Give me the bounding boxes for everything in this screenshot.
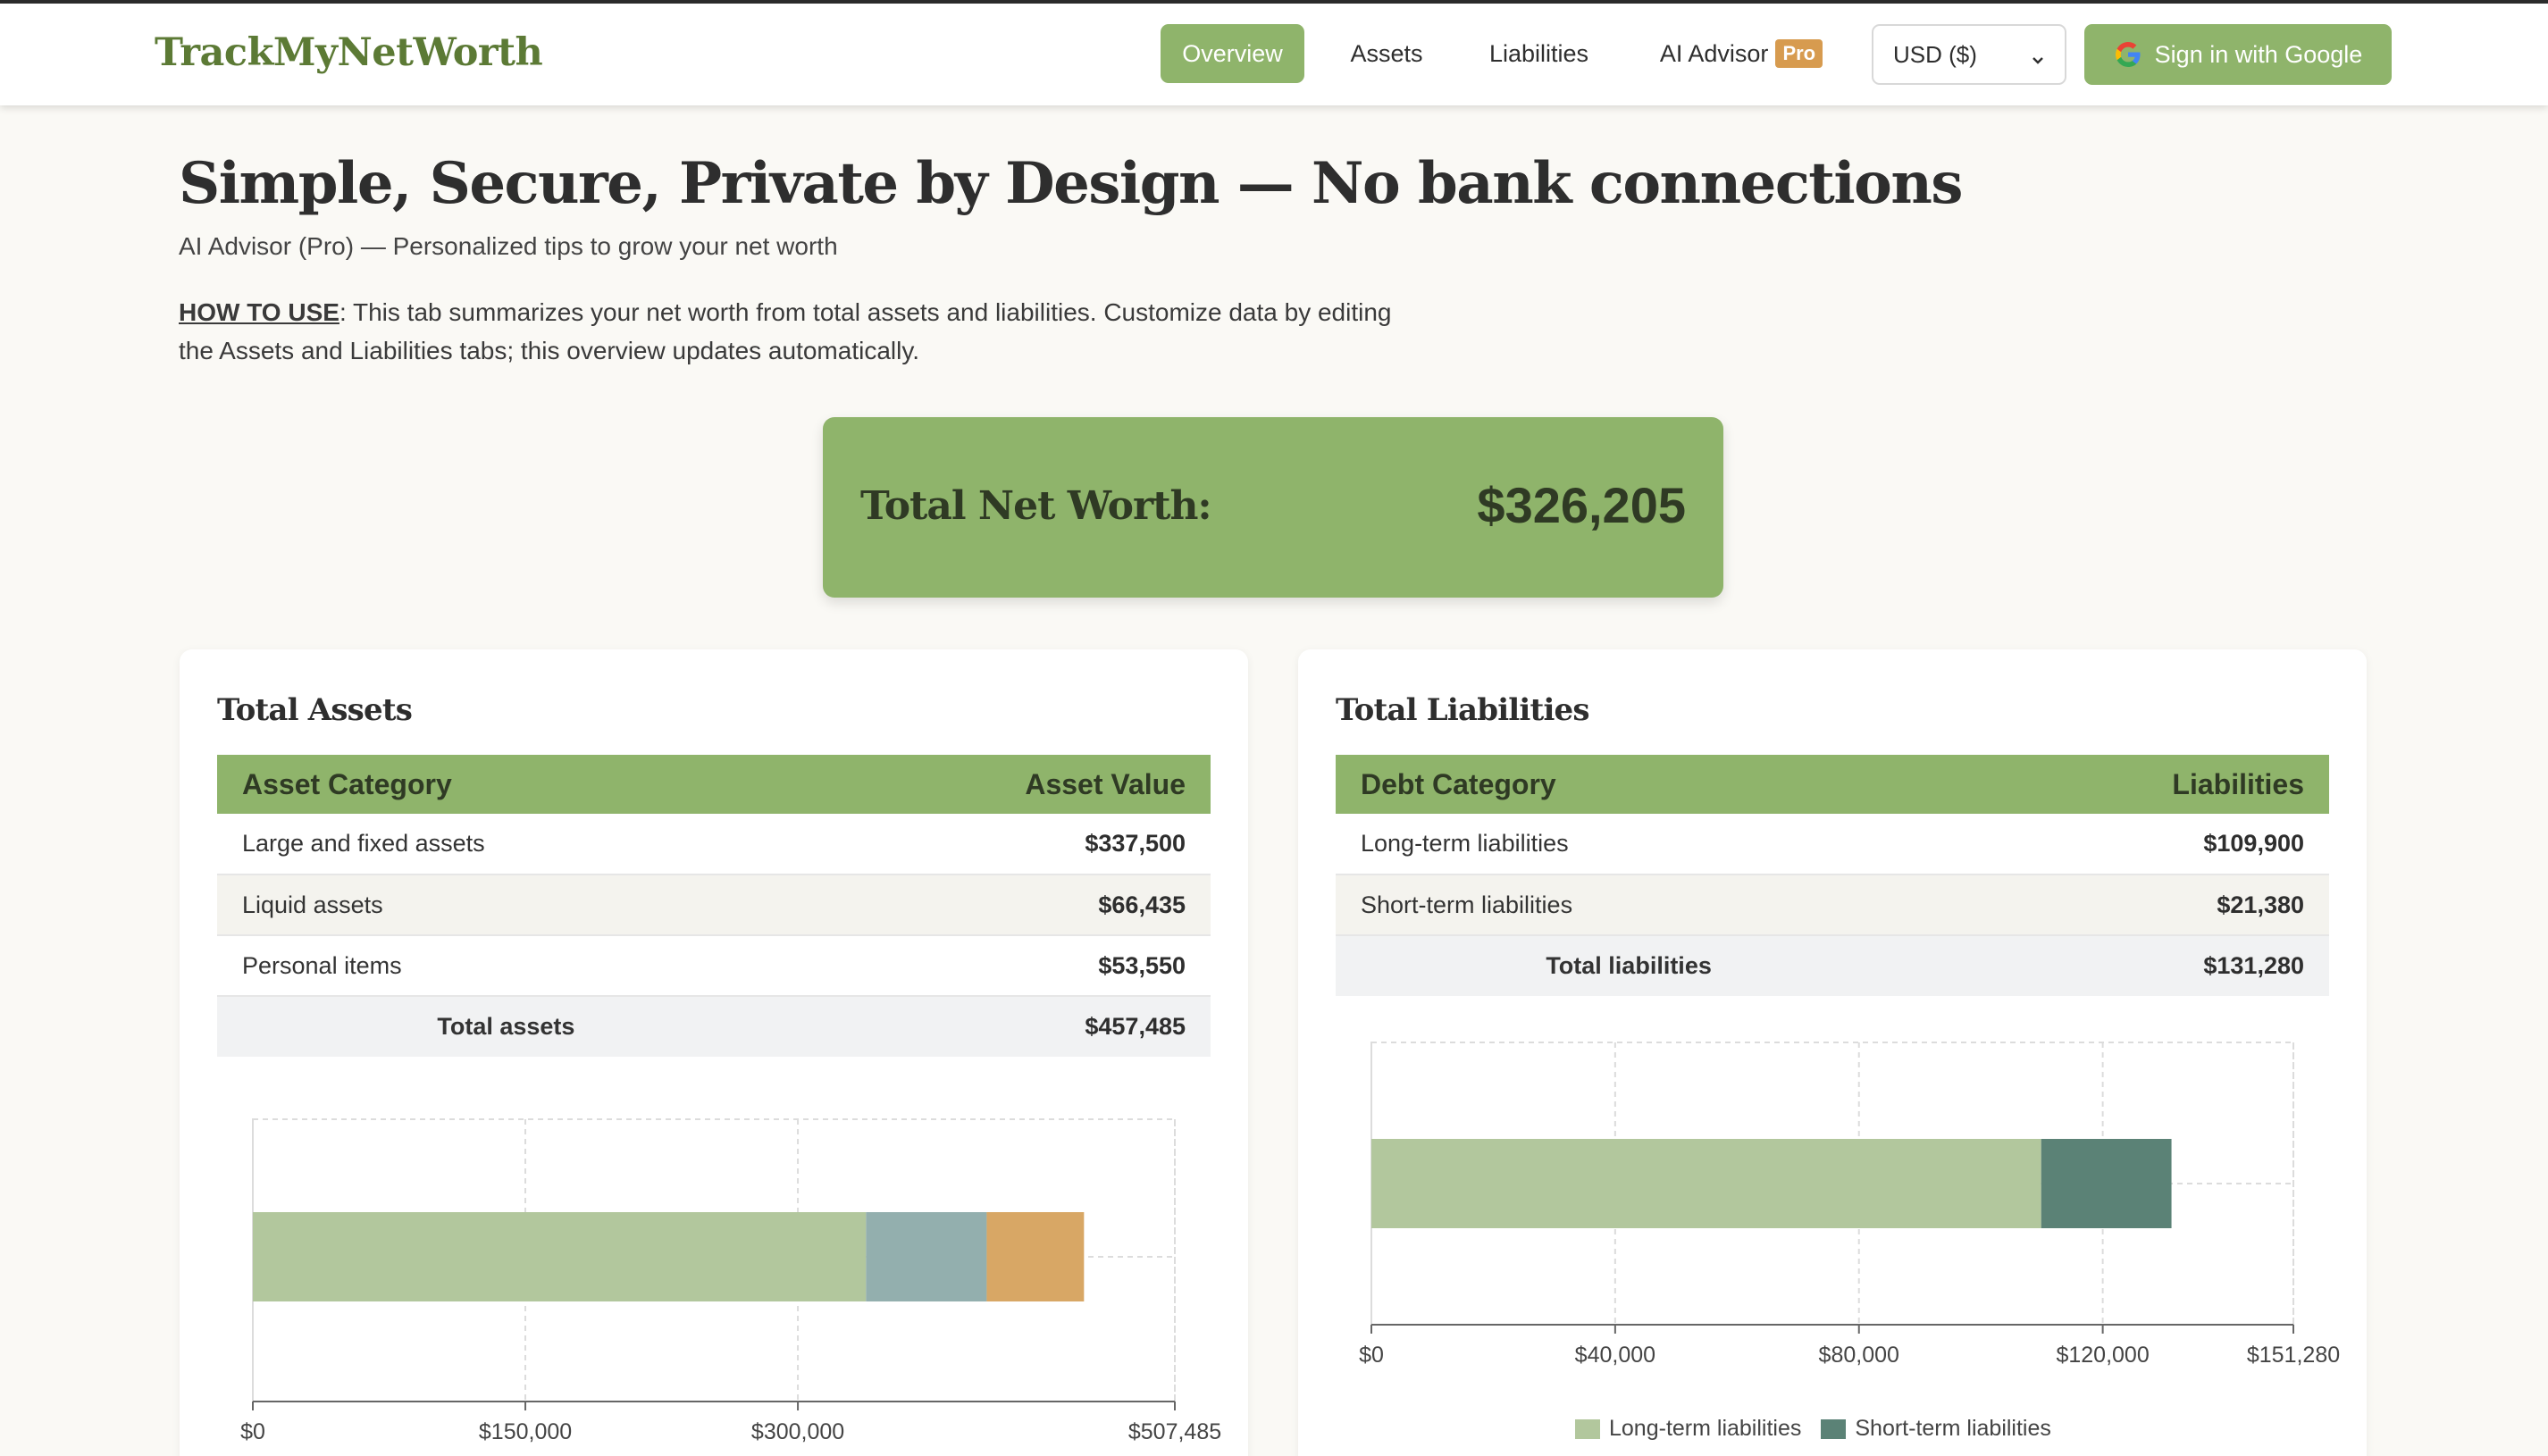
bar-segment <box>866 1212 987 1301</box>
nav-tab-ai-advisor-label: AI Advisor <box>1659 39 1769 67</box>
x-tick-label: $151,280 <box>2247 1343 2340 1368</box>
x-tick-label: $150,000 <box>479 1419 572 1444</box>
assets-col-category: Asset Category <box>217 755 795 814</box>
legend-label: Short-term liabilities <box>1855 1416 2051 1441</box>
chevron-down-icon <box>2031 46 2045 74</box>
liabilities-col-value: Liabilities <box>1922 755 2329 814</box>
x-tick-label: $507,485 <box>1128 1419 1221 1444</box>
x-tick-label: $0 <box>1359 1343 1384 1368</box>
asset-value: $53,550 <box>794 935 1211 997</box>
sign-in-google-button[interactable]: Sign in with Google <box>2084 24 2392 85</box>
legend-item[interactable]: Long-term liabilities <box>1575 1416 1801 1442</box>
total-assets-card: Total Assets Asset Category Asset Value … <box>180 649 1248 1456</box>
asset-value: $337,500 <box>794 814 1211 875</box>
liabilities-total-row: Total liabilities $131,280 <box>1336 935 2329 996</box>
assets-table-header: Asset Category Asset Value <box>217 755 1211 814</box>
bar-segment <box>1371 1139 2041 1228</box>
nav-tab-ai-advisor[interactable]: AI Advisor Pro <box>1639 24 1844 83</box>
bar-segment <box>986 1212 1085 1301</box>
table-row: Personal items $53,550 <box>217 935 1211 997</box>
legend-swatch <box>1575 1418 1600 1439</box>
page-title: Simple, Secure, Private by Design — No b… <box>179 150 1963 217</box>
asset-value: $66,435 <box>794 874 1211 936</box>
net-worth-value: $326,205 <box>1477 477 1686 533</box>
table-row: Large and fixed assets $337,500 <box>217 814 1211 875</box>
assets-total-row: Total assets $457,485 <box>217 996 1211 1057</box>
pro-badge: Pro <box>1775 39 1823 68</box>
currency-select[interactable]: USD ($) <box>1872 24 2066 85</box>
x-tick-label: $80,000 <box>1819 1343 1899 1368</box>
asset-category: Large and fixed assets <box>217 814 795 875</box>
liabilities-chart-legend: Long-term liabilities Short-term liabilit… <box>1575 1416 2051 1442</box>
liabilities-table-header: Debt Category Liabilities <box>1336 755 2329 814</box>
bar-segment <box>2041 1139 2172 1228</box>
table-row: Liquid assets $66,435 <box>217 874 1211 936</box>
liabilities-chart: $0 $40,000 $80,000 $120,000 $151,280 <box>1359 1042 2340 1368</box>
total-assets-title: Total Assets <box>217 692 413 728</box>
x-tick-label: $300,000 <box>751 1419 844 1444</box>
how-to-use-body: : This tab summarizes your net worth fro… <box>179 298 1392 364</box>
bar-segment <box>253 1212 867 1301</box>
x-tick-label: $40,000 <box>1575 1343 1655 1368</box>
asset-category: Personal items <box>217 935 795 997</box>
brand-logo[interactable]: TrackMyNetWorth <box>155 30 543 75</box>
liabilities-total-value: $131,280 <box>1922 935 2329 996</box>
table-row: Short-term liabilities $21,380 <box>1336 874 2329 936</box>
legend-swatch <box>1821 1418 1847 1439</box>
nav-tab-liabilities[interactable]: Liabilities <box>1470 24 1608 83</box>
assets-table: Asset Category Asset Value Large and fix… <box>217 755 1211 1057</box>
liability-category: Long-term liabilities <box>1336 814 1923 875</box>
assets-chart: $0 $150,000 $300,000 $507,485 <box>240 1118 1221 1444</box>
top-navbar: TrackMyNetWorth Overview Assets Liabilit… <box>0 0 2548 105</box>
how-to-use-text: HOW TO USE: This tab summarizes your net… <box>179 293 1412 370</box>
currency-select-value: USD ($) <box>1893 40 1977 68</box>
nav-tab-overview[interactable]: Overview <box>1161 24 1304 83</box>
google-icon <box>2114 40 2142 69</box>
liability-value: $21,380 <box>1922 874 2329 936</box>
total-liabilities-card: Total Liabilities Debt Category Liabilit… <box>1298 649 2367 1456</box>
legend-item[interactable]: Short-term liabilities <box>1821 1416 2051 1442</box>
liabilities-total-label: Total liabilities <box>1336 935 1923 996</box>
sign-in-google-label: Sign in with Google <box>2154 40 2363 68</box>
liabilities-table: Debt Category Liabilities Long-term liab… <box>1336 755 2329 996</box>
assets-total-value: $457,485 <box>794 996 1211 1057</box>
assets-total-label: Total assets <box>217 996 795 1057</box>
assets-col-value: Asset Value <box>794 755 1211 814</box>
liability-category: Short-term liabilities <box>1336 874 1923 936</box>
page-subtitle: AI Advisor (Pro) — Personalized tips to … <box>179 232 838 260</box>
how-to-use-label: HOW TO USE <box>179 298 339 326</box>
liabilities-col-category: Debt Category <box>1336 755 1923 814</box>
nav-tab-assets[interactable]: Assets <box>1328 24 1446 83</box>
total-liabilities-title: Total Liabilities <box>1336 692 1590 728</box>
liability-value: $109,900 <box>1922 814 2329 875</box>
asset-category: Liquid assets <box>217 874 795 936</box>
net-worth-label: Total Net Worth: <box>860 483 1212 529</box>
x-tick-label: $120,000 <box>2056 1343 2149 1368</box>
net-worth-card: Total Net Worth: $326,205 <box>823 417 1723 598</box>
legend-label: Long-term liabilities <box>1609 1416 1802 1441</box>
table-row: Long-term liabilities $109,900 <box>1336 814 2329 875</box>
x-tick-label: $0 <box>240 1419 265 1444</box>
